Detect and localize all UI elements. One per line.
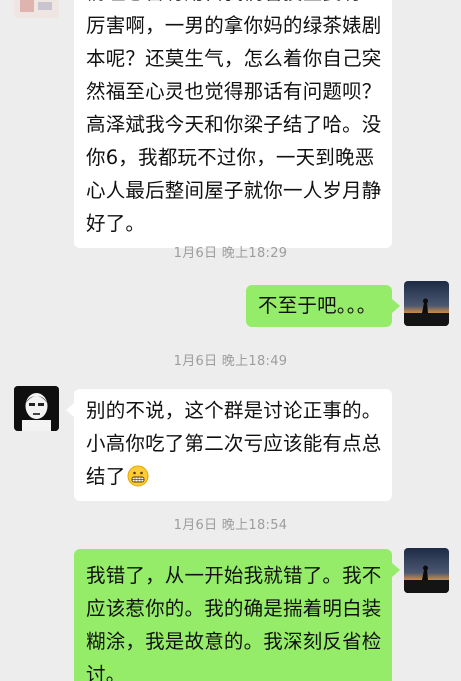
my-avatar[interactable] [404, 548, 449, 593]
message-bubble-incoming[interactable]: 情理想暂有用自我们暑投主要有 厉害啊，一男的拿你妈的绿茶婊剧 本呢？还莫生气，怎… [74, 0, 392, 248]
message-text-fragment: 结了 [86, 465, 126, 488]
message-text-line: 然福至心灵也觉得那话有问题呗？ [86, 80, 382, 103]
message-text-line: 高泽斌我今天和你梁子结了哈。没 [86, 113, 382, 136]
message-text-line: 好了。 [86, 212, 146, 235]
message-text-line: 小高你吃了第二次亏应该能有点总 [86, 432, 382, 455]
chat-message-list[interactable]: 情理想暂有用自我们暑投主要有 厉害啊，一男的拿你妈的绿茶婊剧 本呢？还莫生气，怎… [0, 0, 461, 681]
message-text-line: 糊涂，我是故意的。我深刻反省检 [86, 630, 382, 653]
sunset-avatar-icon [404, 281, 449, 326]
message-bubble-incoming[interactable]: 别的不说，这个群是讨论正事的。 小高你吃了第二次亏应该能有点总 结了 [66, 389, 392, 501]
message-text-line: 应该惹你的。我的确是揣着明白装 [86, 597, 382, 620]
message-text: 不至于吧。。。 [258, 294, 377, 317]
message-bubble-outgoing[interactable]: 我错了，从一开始我就错了。我不 应该惹你的。我的确是揣着明白装 糊涂，我是故意的… [74, 549, 400, 681]
message-text-line: 心人最后整间屋子就你一人岁月静 [86, 179, 382, 202]
message-text-line: 结了 [86, 460, 382, 493]
sunset-avatar-icon [404, 548, 449, 593]
timestamp: 1月6日 晚上18:49 [173, 354, 288, 369]
message-bubble-outgoing[interactable]: 不至于吧。。。 [246, 285, 400, 327]
message-text-line: 我错了，从一开始我就错了。我不 [86, 564, 382, 587]
my-avatar[interactable] [404, 281, 449, 326]
message-text-line: 厉害啊，一男的拿你妈的绿茶婊剧 [86, 14, 382, 37]
timestamp: 1月6日 晚上18:54 [173, 518, 288, 533]
message-text-line: 你6，我都玩不过你，一天到晚恶 [86, 146, 375, 169]
avatar-image [14, 0, 59, 18]
message-text-line: 本呢？还莫生气，怎么着你自己突 [86, 47, 382, 70]
message-text-line: 情理想暂有用自我们暑投主要有 [86, 0, 382, 9]
grimacing-face-icon [127, 465, 149, 487]
message-text-line: 讨。 [86, 663, 126, 681]
contact-avatar[interactable] [14, 386, 59, 431]
cartoon-face-avatar-icon [14, 386, 59, 431]
contact-avatar[interactable] [14, 0, 59, 18]
timestamp: 1月6日 晚上18:29 [173, 246, 288, 261]
message-text-line: 别的不说，这个群是讨论正事的。 [86, 399, 382, 422]
